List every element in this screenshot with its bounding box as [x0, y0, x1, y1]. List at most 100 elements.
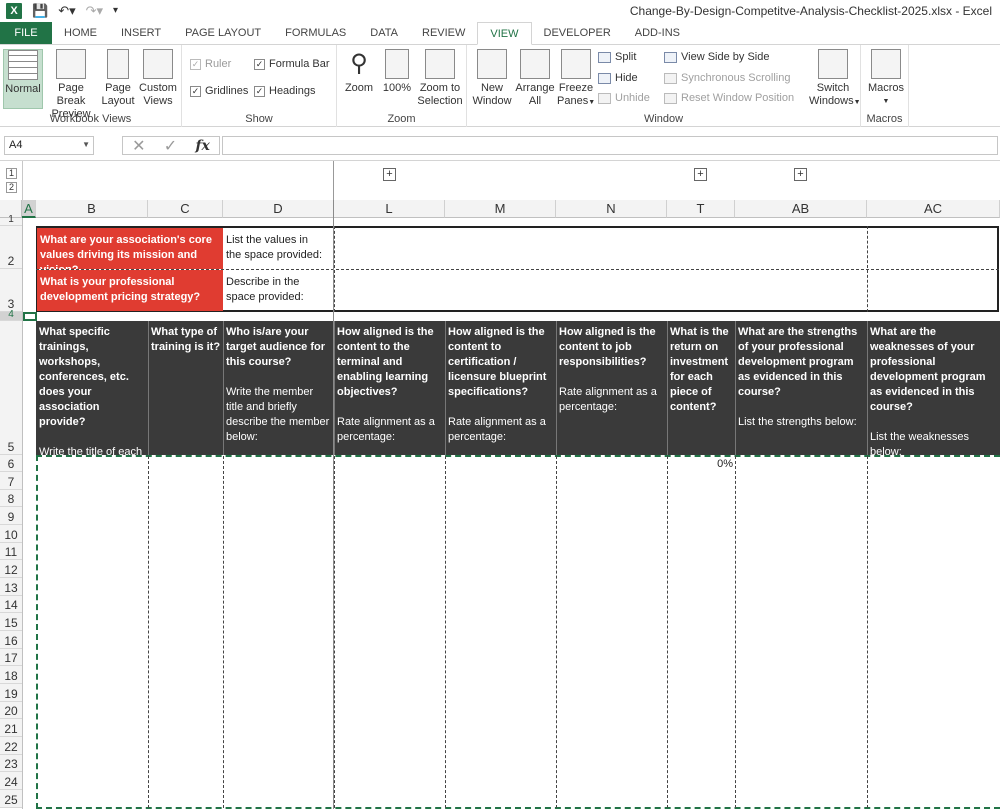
row-header[interactable]: 6	[0, 455, 22, 472]
tab-page-layout[interactable]: PAGE LAYOUT	[173, 22, 273, 44]
customize-toolbar-icon[interactable]: ▾	[113, 2, 118, 20]
header-cell-certification-alignment[interactable]: How aligned is the content to certificat…	[445, 321, 556, 455]
synchronous-scrolling-button[interactable]: Synchronous Scrolling	[664, 72, 790, 84]
macros-button[interactable]: Macros ▼	[865, 49, 907, 108]
unhide-button[interactable]: Unhide	[598, 92, 650, 104]
column-header-l[interactable]: L	[334, 200, 445, 218]
column-header-ac[interactable]: AC	[867, 200, 1000, 218]
row-header[interactable]: 19	[0, 684, 22, 702]
row-header[interactable]: 15	[0, 613, 22, 631]
tab-review[interactable]: REVIEW	[410, 22, 477, 44]
cancel-icon[interactable]: ✕	[132, 136, 145, 156]
switch-windows-button[interactable]: Switch Windows▼	[809, 49, 861, 109]
row-header[interactable]: 13	[0, 578, 22, 596]
tab-file[interactable]: FILE	[0, 22, 52, 44]
reset-window-position-button[interactable]: Reset Window Position	[664, 92, 794, 104]
data-entry-area[interactable]	[36, 455, 1000, 809]
row-header[interactable]: 16	[0, 631, 22, 649]
tab-formulas[interactable]: FORMULAS	[273, 22, 358, 44]
column-header-d[interactable]: D	[223, 200, 334, 218]
header-cell-roi[interactable]: What is the return on investment for eac…	[667, 321, 735, 455]
arrange-all-button[interactable]: Arrange All	[514, 49, 556, 108]
row-header[interactable]: 7	[0, 472, 22, 490]
tab-home[interactable]: HOME	[52, 22, 109, 44]
row-header[interactable]: 1	[0, 214, 22, 226]
header-cell-objectives-alignment[interactable]: How aligned is the content to the termin…	[334, 321, 445, 455]
row-header[interactable]: 10	[0, 525, 22, 543]
header-cell-target-audience[interactable]: Who is/are your target audience for this…	[223, 321, 334, 455]
chevron-down-icon[interactable]: ▼	[82, 140, 90, 149]
view-side-by-side-button[interactable]: View Side by Side	[664, 51, 769, 63]
row-header[interactable]: 11	[0, 543, 22, 560]
page-layout-view-button[interactable]: Page Layout	[100, 49, 136, 108]
normal-view-button[interactable]: Normal	[3, 49, 43, 109]
row-header[interactable]: 20	[0, 702, 22, 719]
insert-function-icon[interactable]: fx	[195, 138, 209, 154]
tab-insert[interactable]: INSERT	[109, 22, 173, 44]
expand-group-button[interactable]: +	[383, 168, 396, 181]
column-header-m[interactable]: M	[445, 200, 556, 218]
expand-group-button[interactable]: +	[694, 168, 707, 181]
enter-icon[interactable]: ✓	[164, 136, 177, 156]
column-header-b[interactable]: B	[36, 200, 148, 218]
outline-level-1-button[interactable]: 1	[6, 168, 17, 179]
column-header-ab[interactable]: AB	[735, 200, 867, 218]
header-cell-trainings[interactable]: What specific trainings, workshops, conf…	[36, 321, 148, 455]
tab-view[interactable]: VIEW	[477, 22, 532, 45]
row-header[interactable]: 3	[0, 269, 22, 312]
page-break-preview-button[interactable]: Page Break Preview	[44, 49, 98, 121]
header-cell-strengths[interactable]: What are the strengths of your professio…	[735, 321, 867, 455]
custom-views-button[interactable]: Custom Views	[138, 49, 178, 108]
ruler-checkbox[interactable]: ✓ Ruler	[190, 58, 231, 70]
row-header[interactable]: 2	[0, 226, 22, 269]
column-header-n[interactable]: N	[556, 200, 667, 218]
new-window-button[interactable]: New Window	[471, 49, 513, 108]
row-header[interactable]: 23	[0, 755, 22, 772]
tab-add-ins[interactable]: ADD-INS	[623, 22, 692, 44]
column-header-c[interactable]: C	[148, 200, 223, 218]
zoom-to-selection-button[interactable]: Zoom to Selection	[417, 49, 463, 108]
name-box[interactable]: A4 ▼	[4, 136, 94, 155]
header-cell-training-type[interactable]: What type of training is it?	[148, 321, 223, 455]
headings-checkbox[interactable]: ✓ Headings	[254, 85, 315, 97]
row-header[interactable]: 9	[0, 507, 22, 525]
row-header[interactable]: 4	[0, 309, 22, 321]
formula-bar-checkbox[interactable]: ✓ Formula Bar	[254, 58, 330, 70]
roi-cell-t6[interactable]: 0%	[667, 456, 733, 472]
row-header[interactable]: 5	[0, 321, 22, 455]
zoom-button[interactable]: ⚲ Zoom	[341, 49, 377, 95]
split-button[interactable]: Split	[598, 51, 636, 63]
row-header[interactable]: 17	[0, 649, 22, 666]
tab-data[interactable]: DATA	[358, 22, 410, 44]
column-header-t[interactable]: T	[667, 200, 735, 218]
row-header[interactable]: 25	[0, 790, 22, 808]
expand-group-button[interactable]: +	[794, 168, 807, 181]
outline-level-2-button[interactable]: 2	[6, 182, 17, 193]
core-values-question[interactable]: What are your association's core values …	[37, 228, 223, 269]
freeze-panes-button[interactable]: Freeze Panes▼	[557, 49, 595, 109]
header-divider	[556, 321, 557, 455]
core-values-instruction[interactable]: List the values in the space provided:	[223, 228, 334, 269]
pricing-strategy-question[interactable]: What is your professional development pr…	[37, 270, 223, 311]
header-cell-weaknesses[interactable]: What are the weaknesses of your professi…	[867, 321, 1000, 455]
row-header[interactable]: 18	[0, 666, 22, 684]
row-header[interactable]: 22	[0, 737, 22, 755]
row-header[interactable]: 14	[0, 596, 22, 613]
hide-button[interactable]: Hide	[598, 72, 638, 84]
tab-developer[interactable]: DEVELOPER	[532, 22, 623, 44]
row-header[interactable]: 21	[0, 719, 22, 737]
redo-icon[interactable]: ↷▾	[86, 2, 103, 20]
row-header[interactable]: 24	[0, 772, 22, 790]
save-icon[interactable]: 💾	[32, 2, 48, 20]
row-header[interactable]: 8	[0, 490, 22, 507]
column-header-a[interactable]: A	[22, 200, 36, 218]
selected-cell-a4[interactable]	[23, 312, 37, 321]
row-header[interactable]: 12	[0, 560, 22, 578]
undo-icon[interactable]: ↶▾	[58, 2, 75, 20]
pricing-strategy-instruction[interactable]: Describe in the space provided:	[223, 270, 334, 311]
zoom-100-button[interactable]: 100%	[379, 49, 415, 95]
header-cell-job-alignment[interactable]: How aligned is the content to job respon…	[556, 321, 667, 455]
header-divider	[223, 321, 224, 455]
gridlines-checkbox[interactable]: ✓ Gridlines	[190, 85, 248, 97]
formula-input[interactable]	[222, 136, 998, 155]
